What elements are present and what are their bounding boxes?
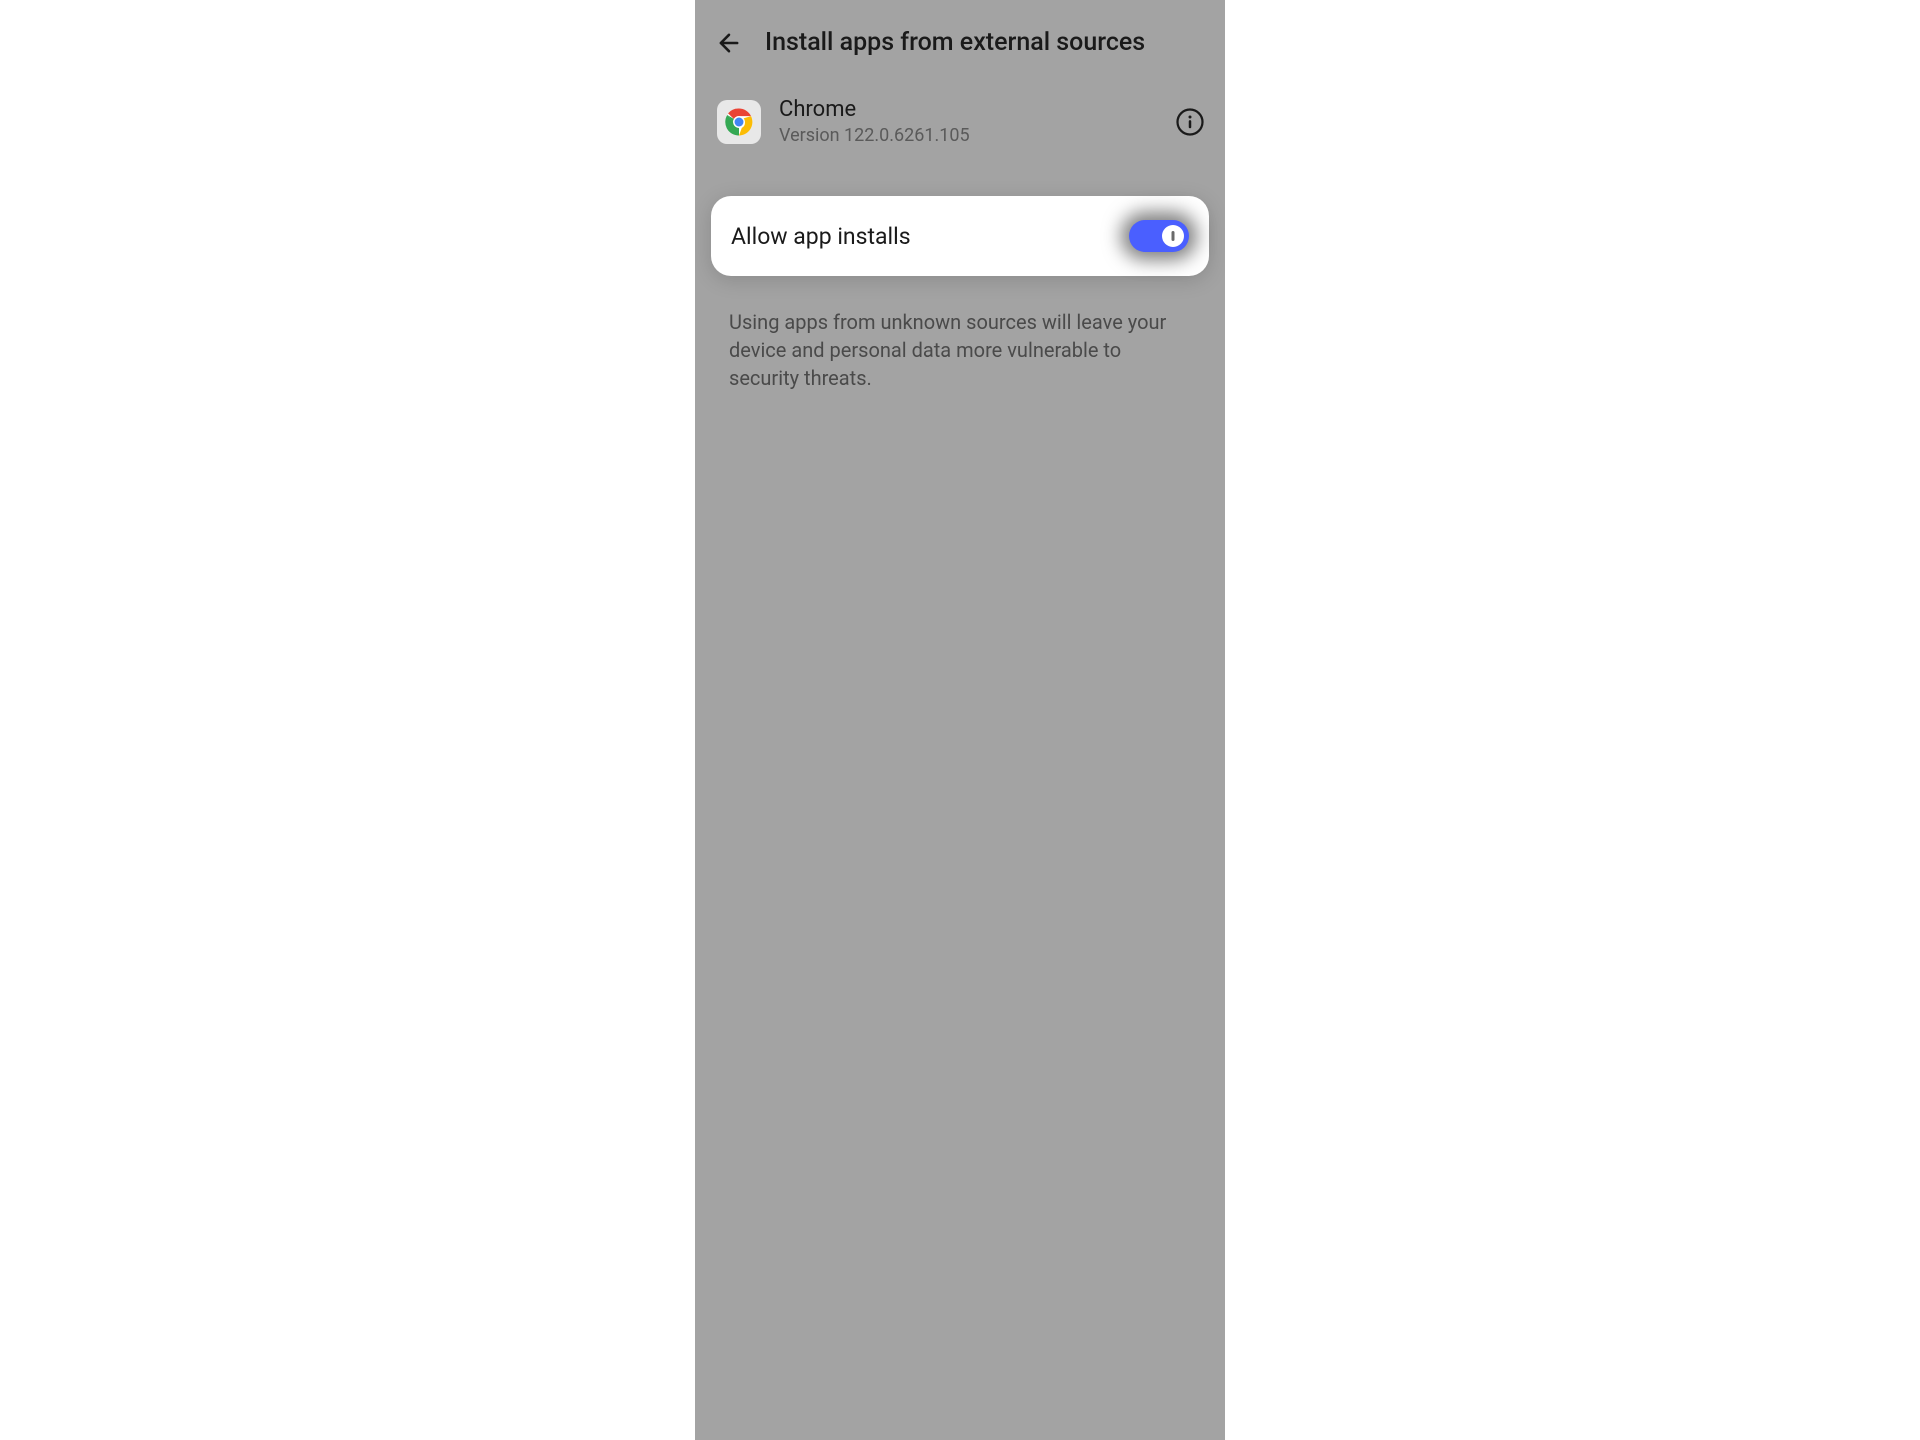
app-info: Chrome Version 122.0.6261.105 [779, 97, 1157, 146]
info-button[interactable] [1175, 107, 1205, 137]
app-version: Version 122.0.6261.105 [779, 125, 1157, 146]
allow-installs-row[interactable]: Allow app installs [711, 196, 1209, 276]
back-button[interactable] [715, 29, 743, 57]
chrome-icon [725, 108, 753, 136]
header: Install apps from external sources [695, 0, 1225, 75]
warning-text: Using apps from unknown sources will lea… [695, 276, 1225, 392]
back-arrow-icon [715, 29, 743, 57]
allow-installs-toggle[interactable] [1129, 220, 1189, 252]
page-title: Install apps from external sources [765, 28, 1145, 57]
app-row[interactable]: Chrome Version 122.0.6261.105 [695, 75, 1225, 168]
settings-screen: Install apps from external sources Chrom… [695, 0, 1225, 1440]
app-name: Chrome [779, 97, 1157, 123]
toggle-knob [1162, 225, 1184, 247]
info-icon [1175, 107, 1205, 137]
chrome-app-icon [717, 100, 761, 144]
toggle-label: Allow app installs [731, 223, 911, 250]
